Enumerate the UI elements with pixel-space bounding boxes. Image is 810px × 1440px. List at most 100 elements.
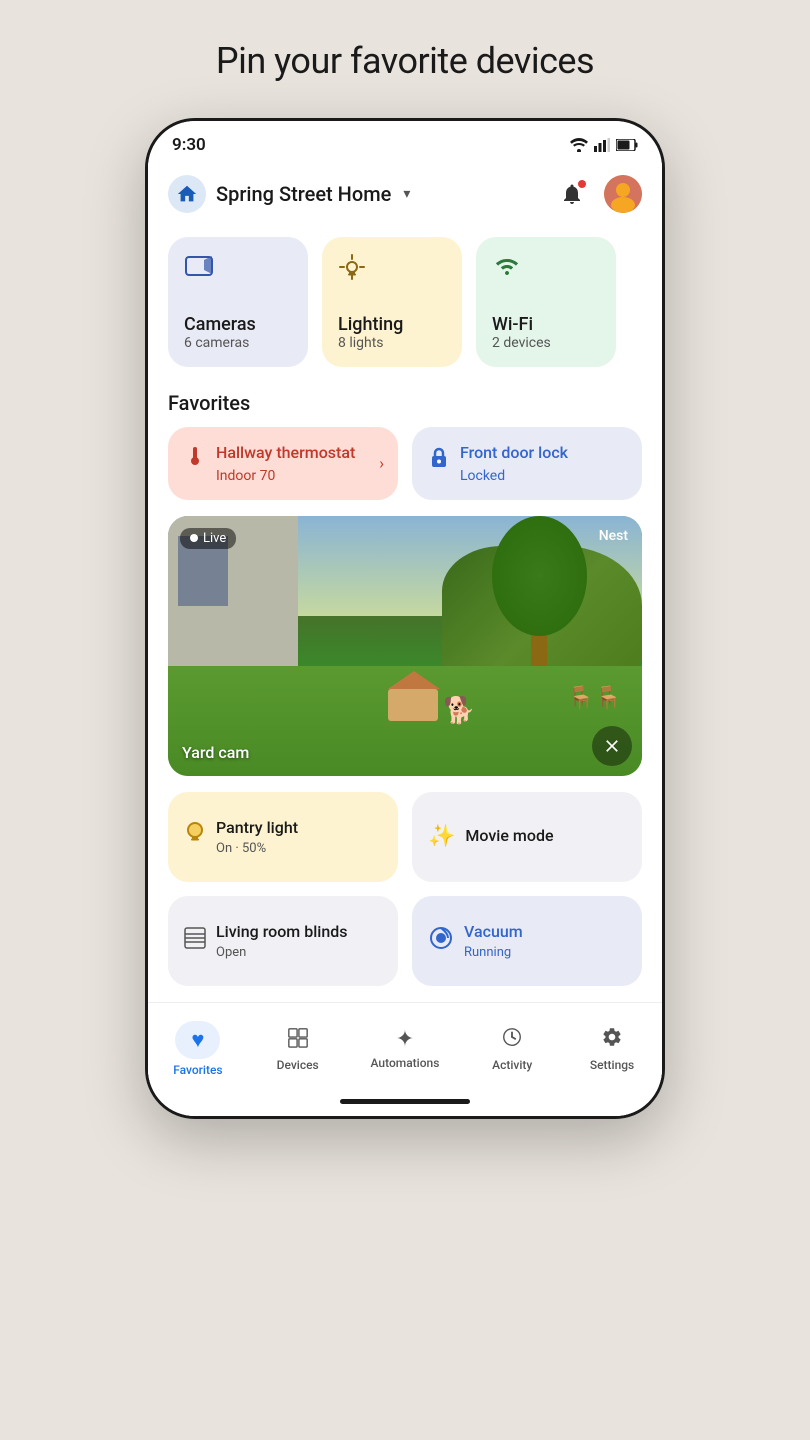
movie-mode-icon: ✨ [428, 824, 455, 849]
dog: 🐕 [443, 696, 475, 726]
blinds-icon [184, 927, 206, 955]
pantry-light-status: On · 50% [216, 841, 298, 856]
notification-dot [578, 180, 586, 188]
header: Spring Street Home ▾ [148, 163, 662, 229]
door-lock-card[interactable]: Front door lock Locked [412, 427, 642, 500]
thermostat-card[interactable]: Hallway thermostat Indoor 70 › [168, 427, 398, 500]
lighting-category-icon [338, 253, 446, 287]
nav-activity-label: Activity [492, 1058, 532, 1072]
favorites-section-label: Favorites [148, 383, 662, 427]
phone-frame: 9:30 [145, 118, 665, 1119]
pantry-light-content: Pantry light On · 50% [216, 818, 298, 856]
avatar-image [604, 175, 642, 213]
pantry-light-icon [184, 821, 206, 853]
camera-name: Yard cam [182, 743, 249, 762]
status-icons [570, 138, 638, 152]
vacuum-icon [428, 925, 454, 957]
nav-favorites[interactable]: ♥ Favorites [163, 1015, 233, 1083]
settings-nav-icon [601, 1026, 623, 1054]
favorites-nav-icon: ♥ [191, 1027, 204, 1053]
camera-category-icon [184, 253, 292, 283]
signal-strength-icon [594, 138, 610, 152]
blinds-card[interactable]: Living room blinds Open [168, 896, 398, 986]
avatar[interactable] [604, 175, 642, 213]
category-cameras[interactable]: Cameras 6 cameras [168, 237, 308, 367]
status-bar: 9:30 [148, 121, 662, 163]
wifi-category-count: 2 devices [492, 335, 600, 351]
camera-overlay-top: Live [180, 528, 236, 549]
vacuum-status: Running [464, 945, 523, 960]
lighting-category-count: 8 lights [338, 335, 446, 351]
chairs: 🪑🪑 [567, 686, 622, 711]
nav-settings-label: Settings [590, 1058, 634, 1072]
camera-expand-button[interactable] [592, 726, 632, 766]
automations-nav-icon: ✦ [396, 1027, 414, 1052]
lock-icon [428, 445, 450, 475]
home-bar [340, 1099, 470, 1104]
wifi-category-icon [492, 253, 600, 283]
category-lighting[interactable]: Lighting 8 lights [322, 237, 462, 367]
wifi-signal-icon [570, 138, 588, 152]
doghouse-roof [388, 671, 440, 689]
lighting-category-name: Lighting [338, 314, 446, 335]
pantry-light-card[interactable]: Pantry light On · 50% [168, 792, 398, 882]
live-label: Live [203, 531, 226, 546]
nest-badge: Nest [599, 528, 628, 544]
camera-scene: 🐕 🪑🪑 [168, 516, 642, 776]
wifi-category-name: Wi-Fi [492, 314, 600, 335]
nav-favorites-label: Favorites [173, 1063, 222, 1077]
bottom-nav: ♥ Favorites Devices [148, 1002, 662, 1091]
thermostat-content: Hallway thermostat Indoor 70 [216, 443, 382, 484]
vacuum-card[interactable]: Vacuum Running [412, 896, 642, 986]
camera-feed[interactable]: 🐕 🪑🪑 Live Nest Yard cam [168, 516, 642, 776]
nav-devices-label: Devices [277, 1058, 319, 1072]
header-right [554, 175, 642, 213]
phone-content: Spring Street Home ▾ [148, 163, 662, 1116]
vacuum-title: Vacuum [464, 922, 523, 943]
pantry-light-title: Pantry light [216, 818, 298, 839]
devices-nav-icon [287, 1026, 309, 1054]
device-categories: Cameras 6 cameras [148, 229, 662, 383]
doghouse-body [388, 689, 438, 721]
nav-automations[interactable]: ✦ Automations [363, 1021, 448, 1076]
notification-button[interactable] [554, 176, 590, 212]
camera-category-count: 6 cameras [184, 335, 292, 351]
nav-favorites-bg: ♥ [175, 1021, 220, 1059]
home-indicator [148, 1091, 662, 1116]
battery-icon [616, 139, 638, 151]
status-time: 9:30 [172, 135, 206, 155]
nav-settings[interactable]: Settings [577, 1020, 647, 1078]
tree-canopy [492, 516, 587, 636]
live-dot [190, 534, 198, 542]
nav-devices[interactable]: Devices [263, 1020, 333, 1078]
vacuum-content: Vacuum Running [464, 922, 523, 960]
movie-mode-title: Movie mode [465, 826, 553, 847]
home-name: Spring Street Home [216, 182, 391, 206]
activity-nav-icon [501, 1026, 523, 1054]
movie-mode-card[interactable]: ✨ Movie mode [412, 792, 642, 882]
page-title: Pin your favorite devices [216, 40, 594, 82]
favorites-grid: Hallway thermostat Indoor 70 › [148, 427, 662, 516]
header-left[interactable]: Spring Street Home ▾ [168, 175, 410, 213]
thermostat-subtitle: Indoor 70 [216, 468, 382, 484]
live-badge: Live [180, 528, 236, 549]
nav-automations-label: Automations [371, 1056, 440, 1070]
nav-activity[interactable]: Activity [477, 1020, 547, 1078]
thermostat-icon [184, 445, 206, 473]
dropdown-arrow-icon[interactable]: ▾ [403, 186, 410, 202]
thermostat-title: Hallway thermostat [216, 443, 382, 464]
camera-category-info: Cameras 6 cameras [184, 314, 292, 351]
thermostat-chevron-icon: › [379, 454, 384, 473]
camera-category-name: Cameras [184, 314, 292, 335]
category-wifi[interactable]: Wi-Fi 2 devices [476, 237, 616, 367]
blinds-title: Living room blinds [216, 922, 348, 943]
home-icon-bg [168, 175, 206, 213]
blinds-content: Living room blinds Open [216, 922, 348, 960]
page-wrapper: Pin your favorite devices 9:30 [0, 0, 810, 1440]
favorites-bottom-grid: Pantry light On · 50% ✨ Movie mode [148, 792, 662, 1002]
door-lock-title: Front door lock [460, 443, 626, 464]
door-lock-content: Front door lock Locked [460, 443, 626, 484]
door-lock-subtitle: Locked [460, 468, 626, 484]
home-icon [176, 183, 198, 205]
doghouse-container [388, 671, 440, 721]
